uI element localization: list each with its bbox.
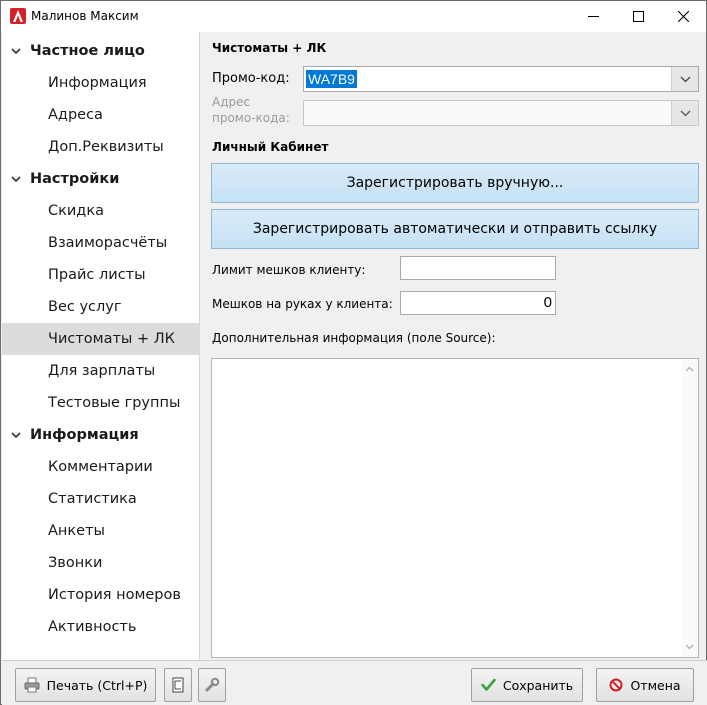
tree-item-label: Доп.Реквизиты	[48, 139, 164, 155]
promo-address-label-line2: промо-кода:	[212, 111, 290, 125]
bottom-toolbar: Печать (Ctrl+P) Сохранить Отмена	[2, 660, 707, 705]
tree-item-service-weight[interactable]: Вес услуг	[2, 291, 200, 323]
title-bar: Малинов Максим	[1, 1, 706, 32]
tree-group-label: Частное лицо	[30, 43, 145, 59]
tree-item-comments[interactable]: Комментарии	[2, 451, 200, 483]
bag-limit-input[interactable]	[400, 256, 556, 280]
register-manually-button[interactable]: Зарегистрировать вручную...	[211, 163, 699, 203]
main-panel: Чистоматы + ЛК Промо-код: WA7B9 Адрес пр…	[202, 32, 706, 660]
app-logo-icon	[10, 8, 26, 24]
minimize-icon	[587, 15, 599, 17]
navigation-tree: Частное лицо Информация Адреса Доп.Рекви…	[2, 32, 200, 660]
tree-item-discount[interactable]: Скидка	[2, 195, 200, 227]
scroll-up-arrow-icon[interactable]	[685, 365, 694, 374]
tree-item-information[interactable]: Информация	[2, 67, 200, 99]
chevron-down-icon	[680, 110, 690, 116]
tree-item-label: Статистика	[48, 491, 137, 507]
tree-item-label: История номеров	[48, 587, 181, 603]
tree-item-label: Информация	[48, 75, 147, 91]
save-button-label: Сохранить	[502, 677, 574, 693]
document-button[interactable]	[164, 668, 192, 702]
tree-item-label: Вес услуг	[48, 299, 122, 315]
maximize-icon	[632, 10, 644, 22]
close-button[interactable]	[660, 1, 706, 31]
minimize-button[interactable]	[570, 1, 616, 31]
promo-address-combo[interactable]	[303, 100, 699, 126]
bags-on-hand-label: Мешков на руках у клиента:	[212, 297, 393, 311]
tree-item-addresses[interactable]: Адреса	[2, 99, 200, 131]
cancel-button-label: Отмена	[630, 677, 681, 693]
vertical-scrollbar[interactable]	[681, 359, 698, 657]
wrench-icon	[205, 677, 220, 692]
tree-item-label: Для зарплаты	[48, 363, 156, 379]
promo-address-label-line1: Адрес	[212, 95, 251, 109]
chevron-down-icon	[11, 432, 21, 439]
tree-group-settings[interactable]: Настройки	[2, 163, 200, 195]
extra-info-textarea[interactable]	[211, 358, 699, 658]
tree-item-calls[interactable]: Звонки	[2, 547, 200, 579]
settings-wrench-button[interactable]	[198, 668, 226, 702]
tree-item-label: Тестовые группы	[48, 395, 181, 411]
maximize-button[interactable]	[615, 1, 661, 31]
chevron-down-icon	[680, 76, 690, 82]
tree-item-number-history[interactable]: История номеров	[2, 579, 200, 611]
promo-code-dropdown-button[interactable]	[671, 67, 698, 91]
tree-item-label: Чистоматы + ЛК	[48, 331, 175, 347]
tree-item-label: Прайс листы	[48, 267, 146, 283]
tree-item-for-salary[interactable]: Для зарплаты	[2, 355, 200, 387]
client-window: Малинов Максим Частное лицо Информация А…	[0, 0, 707, 705]
tree-item-test-groups[interactable]: Тестовые группы	[2, 387, 200, 419]
close-icon	[677, 10, 689, 22]
section-title: Чистоматы + ЛК	[212, 41, 327, 55]
print-button-label: Печать (Ctrl+P)	[46, 677, 148, 693]
printer-icon	[24, 677, 40, 693]
tree-item-chistomaty-lk[interactable]: Чистоматы + ЛК	[2, 323, 200, 355]
promo-address-value	[306, 104, 310, 122]
scroll-down-arrow-icon[interactable]	[685, 642, 694, 651]
tree-group-private-person[interactable]: Частное лицо	[2, 35, 200, 67]
bags-on-hand-input[interactable]: 0	[400, 291, 556, 315]
check-icon	[481, 678, 496, 691]
tree-item-statistics[interactable]: Статистика	[2, 483, 200, 515]
promo-code-value: WA7B9	[306, 70, 357, 88]
tree-item-extra-details[interactable]: Доп.Реквизиты	[2, 131, 200, 163]
register-auto-send-link-button[interactable]: Зарегистрировать автоматически и отправи…	[211, 209, 699, 249]
cancel-button[interactable]: Отмена	[596, 668, 694, 702]
tree-item-label: Адреса	[48, 107, 103, 123]
no-entry-icon	[609, 678, 623, 692]
tree-item-activity[interactable]: Активность	[2, 611, 200, 643]
tree-item-label: Скидка	[48, 203, 104, 219]
tree-item-label: Комментарии	[48, 459, 153, 475]
promo-code-combo[interactable]: WA7B9	[303, 66, 699, 92]
chevron-down-icon	[11, 176, 21, 183]
extra-info-label: Дополнительная информация (поле Source):	[212, 331, 496, 345]
tree-item-questionnaires[interactable]: Анкеты	[2, 515, 200, 547]
tree-item-label: Звонки	[48, 555, 103, 571]
promo-address-dropdown-button[interactable]	[671, 101, 698, 125]
document-icon	[172, 677, 184, 693]
save-button[interactable]: Сохранить	[471, 668, 583, 702]
tree-group-information[interactable]: Информация	[2, 419, 200, 451]
tree-item-label: Взаиморасчёты	[48, 235, 168, 251]
tree-group-label: Настройки	[30, 171, 120, 187]
window-title: Малинов Максим	[31, 9, 139, 23]
tree-group-label: Информация	[30, 427, 139, 443]
tree-item-settlements[interactable]: Взаиморасчёты	[2, 227, 200, 259]
promo-code-label: Промо-код:	[212, 71, 290, 86]
chevron-down-icon	[11, 48, 21, 55]
tree-item-label: Активность	[48, 619, 137, 635]
tree-item-label: Анкеты	[48, 523, 105, 539]
print-button[interactable]: Печать (Ctrl+P)	[15, 668, 156, 702]
personal-cabinet-title: Личный Кабинет	[212, 140, 329, 154]
tree-item-price-lists[interactable]: Прайс листы	[2, 259, 200, 291]
bag-limit-label: Лимит мешков клиенту:	[212, 263, 366, 277]
